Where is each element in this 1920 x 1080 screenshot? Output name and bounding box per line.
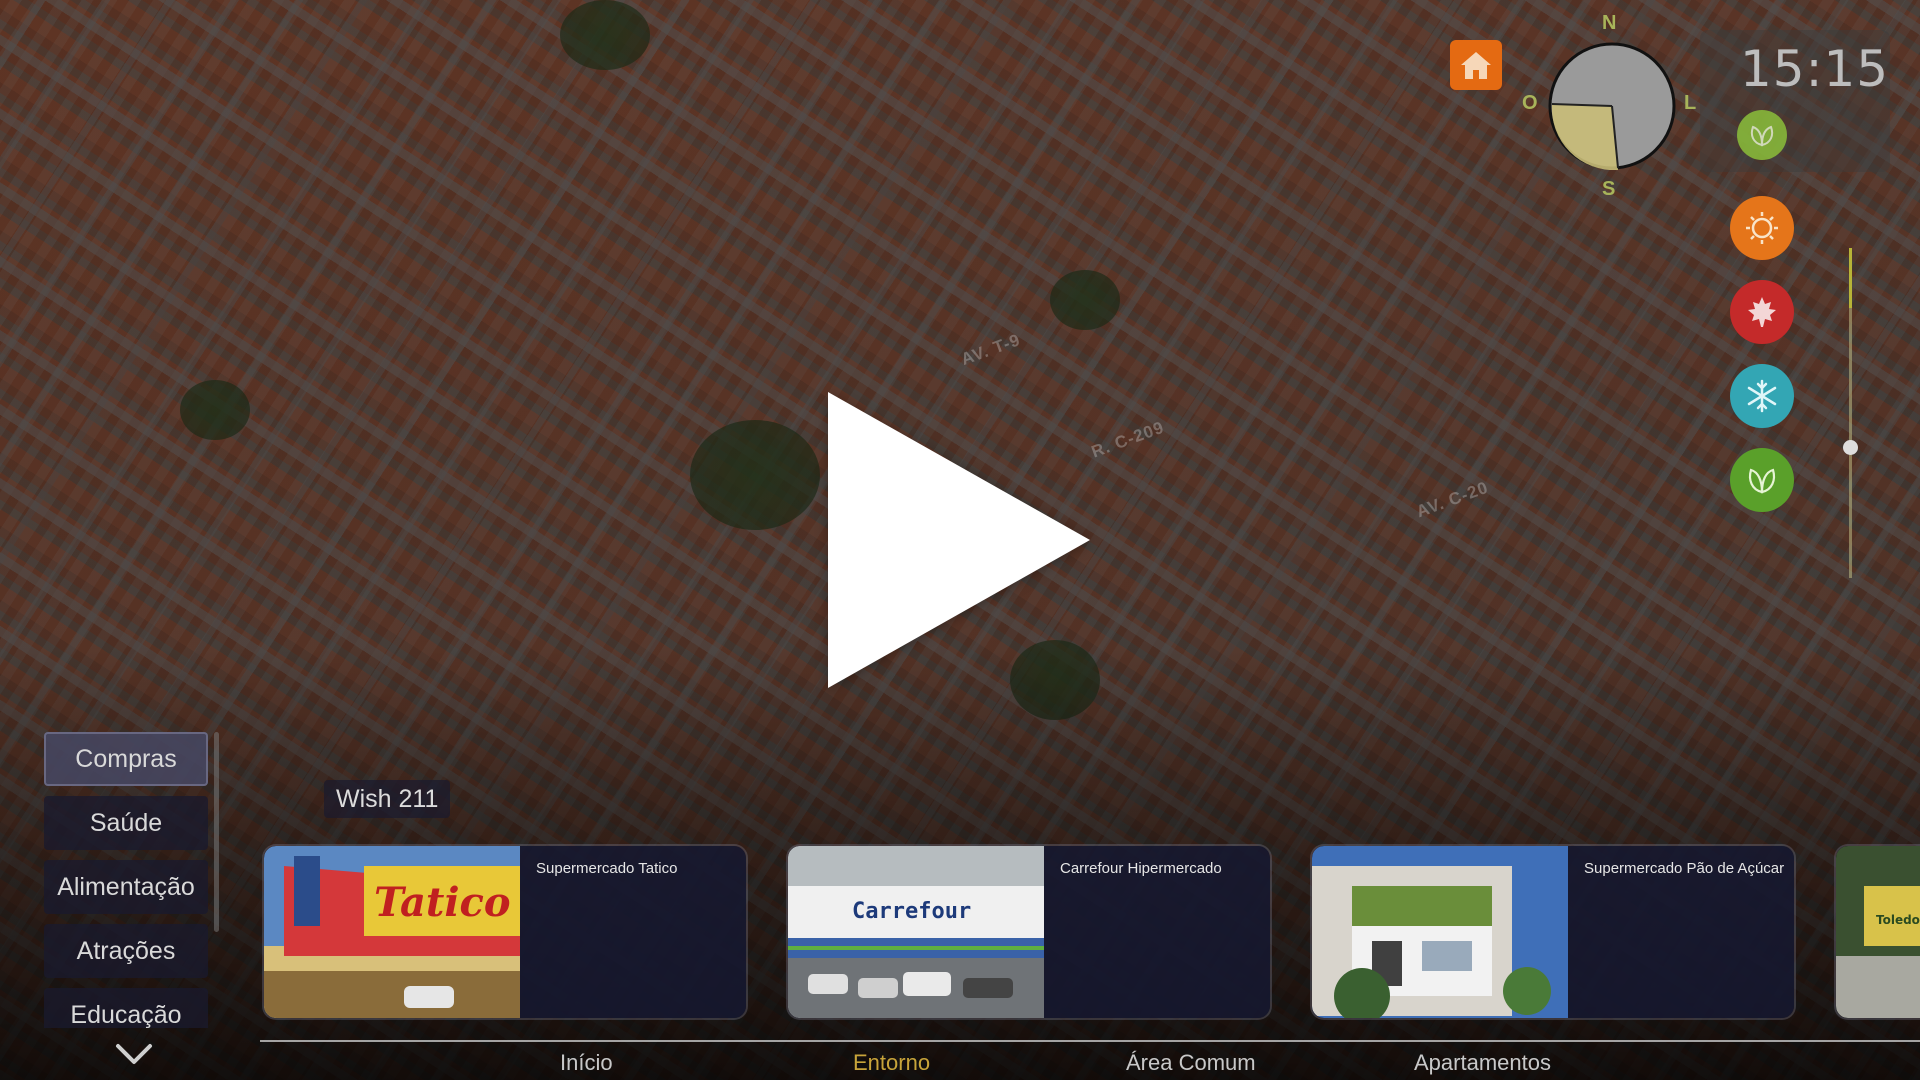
category-item-saude[interactable]: Saúde: [44, 796, 208, 850]
category-label: Educação: [70, 1000, 182, 1029]
season-spring-2-button[interactable]: [1730, 448, 1794, 512]
poi-photo: Tatico: [264, 846, 520, 1018]
poi-photo: Toledo: [1836, 846, 1920, 1018]
season-autumn-button[interactable]: [1730, 280, 1794, 344]
poi-card[interactable]: Tatico Supermercado Tatico: [264, 846, 746, 1018]
leaf-icon: [1750, 125, 1774, 147]
season-winter-button[interactable]: [1730, 364, 1794, 428]
time-slider-fill: [1849, 248, 1852, 308]
clock: 15:15: [1740, 40, 1890, 98]
sun-icon: [1746, 212, 1778, 244]
nav-divider: [260, 1040, 1920, 1042]
category-menu: Compras Saúde Alimentação Atrações Educa…: [40, 728, 216, 1028]
poi-card[interactable]: Toledo: [1836, 846, 1920, 1018]
poi-title: Carrefour Hipermercado: [1060, 860, 1222, 877]
compass[interactable]: [1548, 42, 1676, 171]
season-summer-button[interactable]: [1730, 196, 1794, 260]
category-label: Alimentação: [57, 872, 195, 901]
compass-south-label: S: [1602, 178, 1616, 200]
season-spring-button[interactable]: [1737, 110, 1787, 160]
home-button[interactable]: [1450, 40, 1502, 90]
poi-photo: Carrefour: [788, 846, 1044, 1018]
location-badge: Wish 211: [324, 780, 451, 818]
nav-item-entorno[interactable]: Entorno: [853, 1050, 930, 1076]
category-label: Compras: [75, 744, 177, 773]
poi-photo: [1312, 846, 1568, 1018]
play-button[interactable]: [828, 392, 1090, 688]
time-slider-handle[interactable]: [1843, 440, 1858, 455]
compass-west-label: O: [1522, 92, 1538, 114]
category-item-educacao[interactable]: Educação: [44, 988, 208, 1028]
poi-sign-text: Toledo: [1876, 913, 1920, 927]
category-item-compras[interactable]: Compras: [44, 732, 208, 786]
category-item-atracoes[interactable]: Atrações: [44, 924, 208, 978]
chevron-down-icon: [116, 1044, 152, 1064]
scroll-down-button[interactable]: [114, 1040, 154, 1068]
poi-sign-text: Tatico: [374, 879, 511, 926]
nav-item-area-comum[interactable]: Área Comum: [1126, 1050, 1256, 1076]
compass-east-label: L: [1684, 92, 1697, 114]
poi-card[interactable]: Carrefour Carrefour Hipermercado: [788, 846, 1270, 1018]
nav-item-apartamentos[interactable]: Apartamentos: [1414, 1050, 1551, 1076]
category-item-alimentacao[interactable]: Alimentação: [44, 860, 208, 914]
home-icon: [1461, 52, 1491, 79]
poi-card[interactable]: Supermercado Pão de Açúcar: [1312, 846, 1794, 1018]
nav-item-inicio[interactable]: Início: [560, 1050, 613, 1076]
poi-sign-text: Carrefour: [852, 899, 971, 924]
category-scrollbar[interactable]: [214, 732, 219, 932]
leaf-icon: [1748, 468, 1776, 494]
poi-title: Supermercado Pão de Açúcar: [1584, 860, 1785, 877]
maple-leaf-icon: [1748, 297, 1776, 327]
category-label: Saúde: [89, 808, 163, 837]
category-label: Atrações: [76, 936, 176, 965]
compass-north-label: N: [1602, 12, 1617, 34]
snowflake-icon: [1747, 379, 1777, 413]
poi-title: Supermercado Tatico: [536, 860, 678, 877]
